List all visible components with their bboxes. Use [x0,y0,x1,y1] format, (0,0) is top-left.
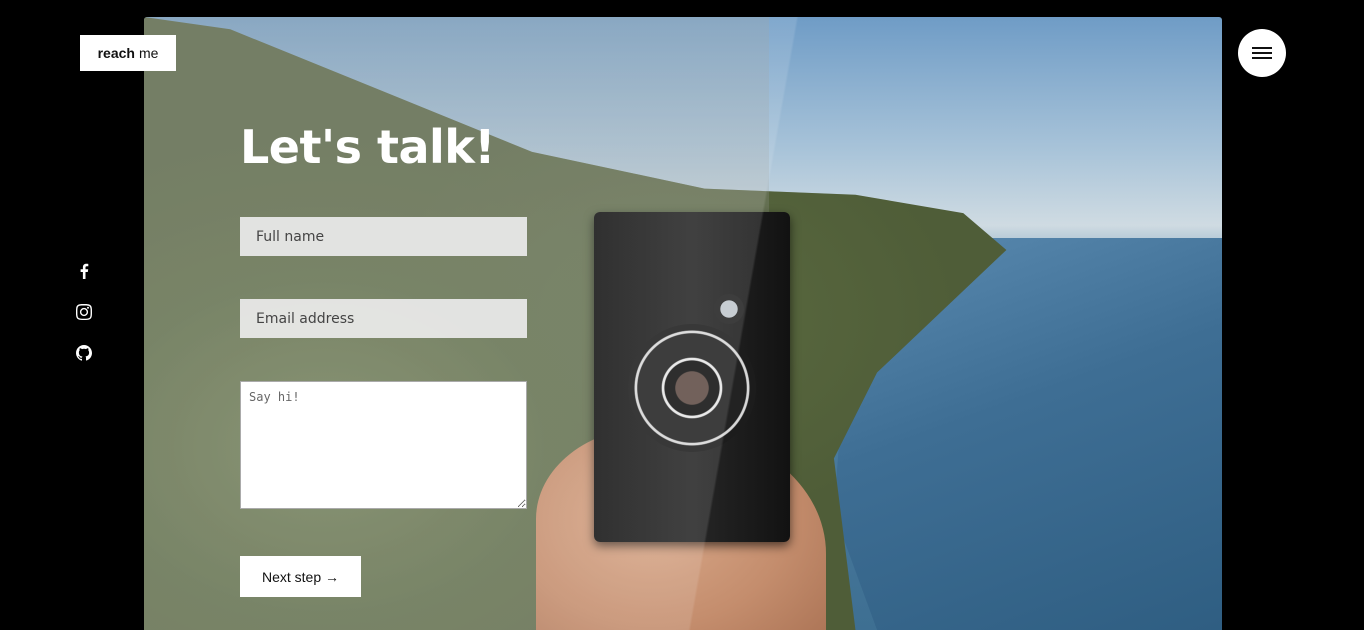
page-title: Let's talk! [240,120,495,174]
instagram-icon[interactable] [75,303,93,321]
logo-bold: reach [97,45,135,61]
full-name-input[interactable] [240,217,527,256]
logo[interactable]: reach me [80,35,176,71]
next-step-button[interactable]: Next step → [240,556,361,597]
email-input[interactable] [240,299,527,338]
facebook-icon[interactable] [75,262,93,280]
github-icon[interactable] [75,344,93,362]
logo-light: me [138,45,159,61]
hamburger-icon [1252,47,1272,59]
menu-button[interactable] [1238,29,1286,77]
message-textarea[interactable] [240,381,527,509]
